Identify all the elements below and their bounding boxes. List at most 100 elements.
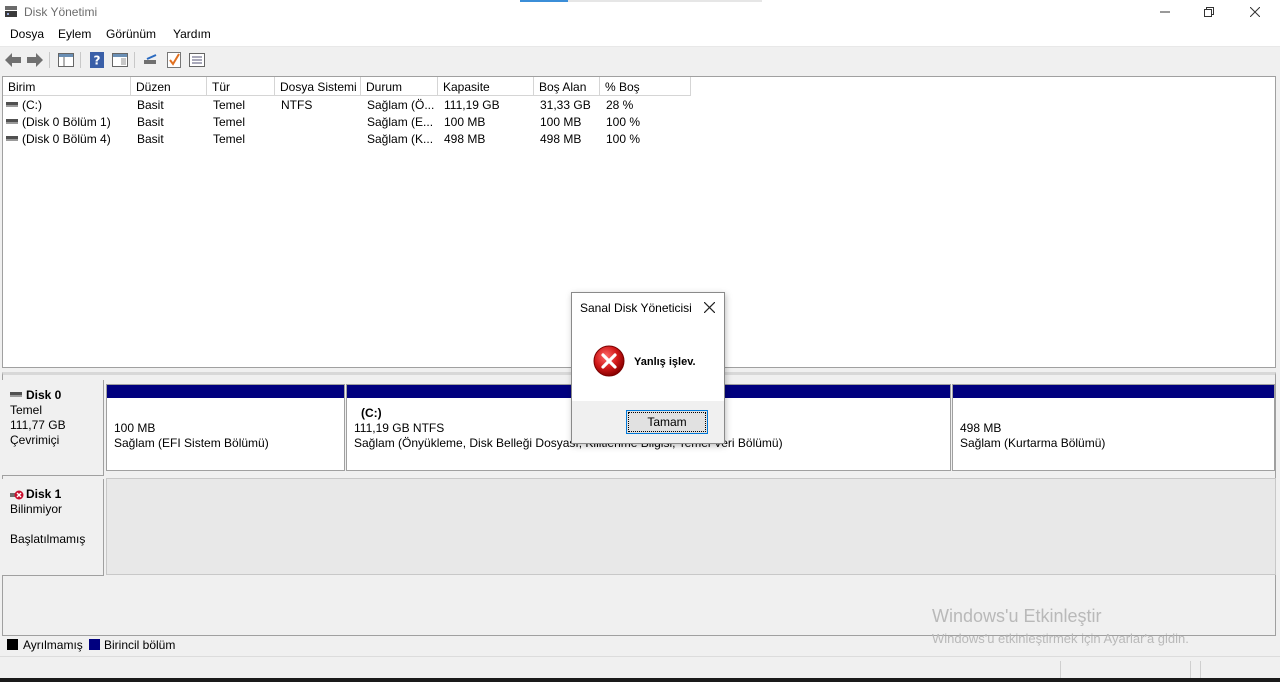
minimize-icon — [1160, 11, 1170, 13]
checklist-icon — [167, 52, 181, 68]
restore-button[interactable] — [1186, 0, 1232, 24]
column-header-durum[interactable]: Durum — [361, 77, 438, 96]
volume-name: (Disk 0 Bölüm 4) — [22, 132, 111, 146]
check-button[interactable] — [165, 51, 183, 69]
column-header-kapasite[interactable]: Kapasite — [438, 77, 534, 96]
disk-management-app-icon — [5, 6, 17, 17]
console-tree-button[interactable] — [57, 51, 75, 69]
legend-label-unallocated: Ayrılmamış — [23, 638, 83, 652]
disk-1-state: Başlatılmamış — [10, 532, 86, 546]
dialog-close-button[interactable] — [700, 298, 718, 316]
partition-recovery[interactable]: 498 MB Sağlam (Kurtarma Bölümü) — [952, 384, 1275, 471]
volume-layout: Basit — [137, 132, 164, 146]
disk-error-icon — [10, 490, 24, 500]
disk-1-area[interactable] — [106, 478, 1276, 575]
volume-status: Sağlam (E... — [367, 115, 434, 129]
table-row[interactable]: (Disk 0 Bölüm 1) Basit Temel Sağlam (E..… — [3, 114, 703, 131]
close-icon — [1250, 7, 1260, 17]
volume-type: Temel — [213, 98, 246, 112]
column-header-yuzde-bos[interactable]: % Boş — [600, 77, 691, 96]
toolbar: ? — [0, 46, 1280, 72]
menu-dosya[interactable]: Dosya — [10, 27, 44, 41]
disk-1-type: Bilinmiyor — [10, 502, 63, 516]
back-arrow-icon — [5, 53, 21, 67]
primary-partition-bar — [953, 385, 1274, 398]
partition-efi[interactable]: 100 MB Sağlam (EFI Sistem Bölümü) — [106, 384, 345, 471]
back-button[interactable] — [4, 51, 22, 69]
legend-swatch-unallocated — [7, 639, 18, 650]
connect-drive-button[interactable] — [142, 51, 160, 69]
settings-list-icon — [189, 53, 205, 67]
activation-watermark-subtitle: Windows'u etkinleştirmek için Ayarlar'a … — [932, 631, 1189, 646]
ok-button-label: Tamam — [628, 412, 706, 432]
title-accent-line-2 — [568, 0, 762, 2]
partition-status: Sağlam (EFI Sistem Bölümü) — [114, 436, 269, 450]
toolbar-separator — [80, 52, 81, 68]
volume-disk-icon — [6, 136, 18, 142]
dialog-message: Yanlış işlev. — [634, 356, 696, 368]
error-dialog: Sanal Disk Yöneticisi Yanlış işlev. Tama… — [571, 292, 725, 444]
menu-eylem[interactable]: Eylem — [58, 27, 91, 41]
volume-type: Temel — [213, 115, 246, 129]
column-header-duzen[interactable]: Düzen — [131, 77, 207, 96]
menu-yardim[interactable]: Yardım — [173, 27, 211, 41]
volume-capacity: 498 MB — [444, 132, 486, 146]
ok-button[interactable]: Tamam — [626, 410, 708, 434]
column-header-dosya-sistemi[interactable]: Dosya Sistemi — [275, 77, 361, 96]
volume-filesystem: NTFS — [281, 98, 313, 112]
disk-0-name: Disk 0 — [26, 388, 62, 402]
disk-1-name: Disk 1 — [26, 487, 62, 501]
volume-status: Sağlam (Ö... — [367, 98, 435, 112]
title-accent-line — [520, 0, 568, 2]
volume-layout: Basit — [137, 98, 164, 112]
column-header-birim[interactable]: Birim — [3, 77, 131, 96]
properties-view-button[interactable] — [111, 51, 129, 69]
partition-size: 498 MB — [960, 421, 1002, 435]
help-icon: ? — [90, 52, 104, 68]
activation-watermark-title: Windows'u Etkinleştir — [932, 606, 1102, 626]
table-row[interactable]: (Disk 0 Bölüm 4) Basit Temel Sağlam (K..… — [3, 131, 703, 148]
volume-percent-free: 28 % — [606, 98, 634, 112]
dialog-title: Sanal Disk Yöneticisi — [580, 301, 692, 315]
close-button[interactable] — [1232, 0, 1278, 24]
disk-0-type: Temel — [10, 403, 43, 417]
toolbar-separator — [49, 52, 50, 68]
volume-disk-icon — [6, 102, 18, 108]
forward-arrow-icon — [27, 53, 43, 67]
volume-capacity: 111,19 GB — [444, 98, 500, 112]
volume-free-space: 100 MB — [540, 115, 582, 129]
close-icon — [703, 301, 715, 313]
minimize-button[interactable] — [1142, 0, 1188, 24]
window-title: Disk Yönetimi — [24, 5, 98, 19]
partition-status: Sağlam (Kurtarma Bölümü) — [960, 436, 1106, 450]
disk-1-label[interactable]: Disk 1 Bilinmiyor Başlatılmamış — [2, 479, 104, 576]
volume-name: (C:) — [22, 98, 42, 112]
volume-name: (Disk 0 Bölüm 1) — [22, 115, 111, 129]
disk-0-size: 111,77 GB — [10, 418, 66, 432]
partition-size: 100 MB — [114, 421, 156, 435]
column-header-bos-alan[interactable]: Boş Alan — [534, 77, 600, 96]
volume-free-space: 31,33 GB — [540, 98, 591, 112]
menu-bar: Dosya Eylem Görünüm Yardım — [0, 24, 1280, 46]
console-tree-icon — [58, 53, 74, 67]
primary-partition-bar — [107, 385, 344, 398]
error-icon — [593, 345, 625, 377]
forward-button[interactable] — [26, 51, 44, 69]
volume-percent-free: 100 % — [606, 115, 641, 129]
volume-free-space: 498 MB — [540, 132, 582, 146]
menu-gorunum[interactable]: Görünüm — [106, 27, 156, 41]
volume-status: Sağlam (K... — [367, 132, 434, 146]
title-bar: Disk Yönetimi — [0, 0, 1280, 24]
settings-button[interactable] — [188, 51, 206, 69]
help-button[interactable]: ? — [88, 51, 106, 69]
column-header-tur[interactable]: Tür — [207, 77, 275, 96]
disk-0-label[interactable]: Disk 0 Temel 111,77 GB Çevrimiçi — [2, 380, 104, 476]
volume-percent-free: 100 % — [606, 132, 641, 146]
volume-capacity: 100 MB — [444, 115, 486, 129]
table-row[interactable]: (C:) Basit Temel NTFS Sağlam (Ö... 111,1… — [3, 97, 703, 114]
volume-layout: Basit — [137, 115, 164, 129]
volume-type: Temel — [213, 132, 246, 146]
disk-0-icon — [10, 392, 22, 398]
restore-icon — [1204, 7, 1214, 17]
volume-disk-icon — [6, 119, 18, 125]
